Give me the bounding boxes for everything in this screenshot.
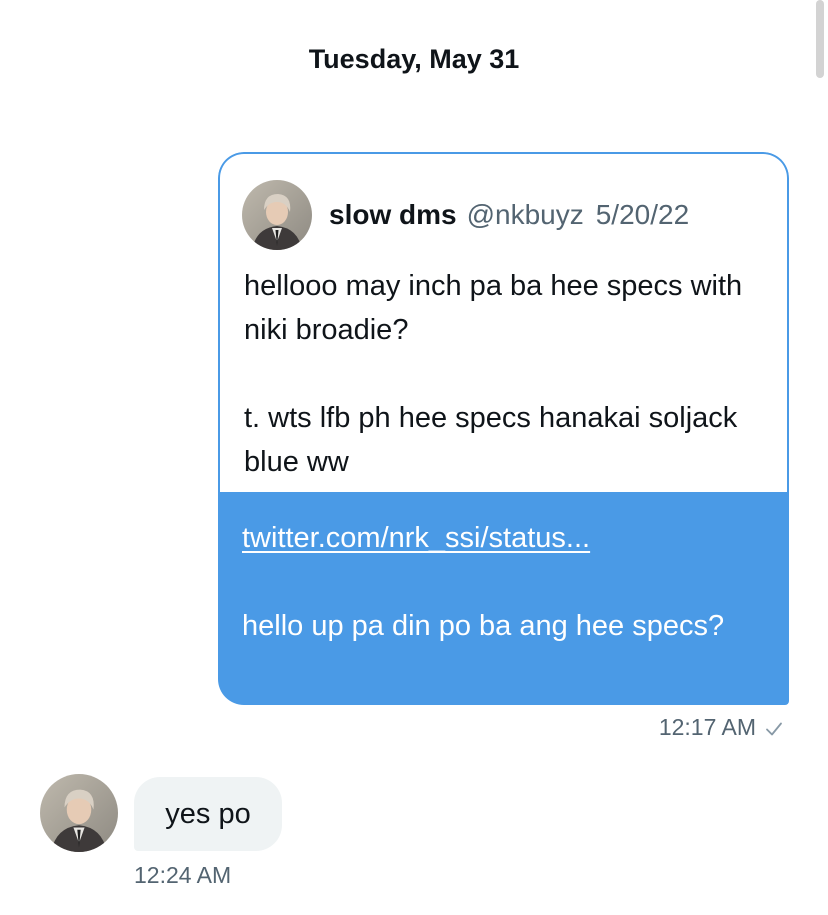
quoted-tweet-display-name[interactable]: slow dms [329,199,457,231]
avatar-image [242,180,312,250]
outgoing-message-time: 12:17 AM [658,714,756,740]
quoted-tweet-date: 5/20/22 [595,199,690,230]
outgoing-message-text: hello up pa din po ba ang hee specs? [242,610,725,642]
tweet-link[interactable]: twitter.com/nrk_ssi/status... [242,516,590,560]
avatar-image [40,774,118,852]
incoming-sender-avatar[interactable] [40,774,118,852]
quoted-tweet-avatar[interactable] [242,180,312,250]
incoming-message-time: 12:24 AM [134,862,232,888]
check-icon [764,718,784,738]
incoming-message-text: yes po [165,797,251,830]
quoted-tweet-text: hellooo may inch pa ba hee specs with ni… [244,270,743,478]
dm-conversation: Tuesday, May 31 slow dms @nkbuyz 5/20/22… [0,0,828,915]
outgoing-message-bubble[interactable]: slow dms @nkbuyz 5/20/22 hellooo may inc… [218,152,789,705]
quoted-tweet-card[interactable]: slow dms @nkbuyz 5/20/22 hellooo may inc… [218,152,789,492]
quoted-tweet-handle: @nkbuyz [466,199,584,230]
incoming-message-bubble[interactable]: yes po [134,777,282,851]
outgoing-message-meta: 12:17 AM [659,714,784,741]
quoted-tweet-header: slow dms @nkbuyz 5/20/22 [242,180,689,250]
avatar [40,774,118,852]
outgoing-message-body: twitter.com/nrk_ssi/status... hello up p… [218,492,789,705]
date-header: Tuesday, May 31 [308,44,520,74]
